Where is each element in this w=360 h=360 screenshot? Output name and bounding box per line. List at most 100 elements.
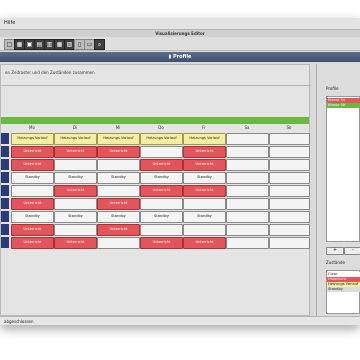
timetable-cell[interactable] <box>183 224 226 236</box>
timetable-cell[interactable]: Unterricht <box>11 146 54 158</box>
timetable-cell[interactable]: Unterricht <box>54 237 97 249</box>
timetable-cell[interactable]: Unterricht <box>97 198 140 210</box>
timetable-header-bar <box>1 117 309 124</box>
timetable-cell[interactable]: Heizungs Vorlauf <box>97 133 140 145</box>
timetable-cell[interactable]: Unterricht <box>183 185 226 197</box>
header-title: Profile <box>173 54 192 60</box>
timetable-cell[interactable] <box>269 133 310 145</box>
status-bar: abgeschlossen <box>0 316 360 325</box>
remove-profile-button[interactable]: - <box>344 247 360 255</box>
profile-sidebar: Profile Klasse 5a Klasse 5b + - Zustände… <box>316 64 360 316</box>
timetable-cell[interactable] <box>140 198 183 210</box>
timetable-cell[interactable] <box>269 185 310 197</box>
timetable-cell[interactable]: Standby <box>140 172 183 184</box>
day-header-mi: Mi <box>115 125 121 130</box>
row-marker <box>1 185 9 196</box>
timetable-cell[interactable]: Heizungs Vorlauf <box>11 133 54 145</box>
window-title: Visualisierungs Editor <box>0 30 360 37</box>
timetable-cell[interactable]: Unterricht <box>140 237 183 249</box>
timetable-cell[interactable] <box>226 133 269 145</box>
timetable-cell[interactable] <box>226 159 269 171</box>
row-marker <box>1 211 9 222</box>
description-text: en Zeitraster und den Zuständen zusammen <box>5 70 95 75</box>
timetable-cell[interactable] <box>54 224 97 236</box>
zoom-icon[interactable]: ⌕ <box>94 39 105 50</box>
day-header-so: So <box>286 125 292 130</box>
timetable-cell[interactable] <box>11 185 54 197</box>
timetable-cell[interactable] <box>269 172 310 184</box>
timetable-cell[interactable] <box>97 237 140 249</box>
timetable-cell[interactable] <box>226 224 269 236</box>
row-marker <box>1 146 9 157</box>
timetable-cell[interactable]: Standby <box>183 172 226 184</box>
timetable-cell[interactable]: Unterricht <box>140 185 183 197</box>
timetable-panel: en Zeitraster und den Zuständen zusammen… <box>0 64 311 316</box>
timetable-cell[interactable] <box>269 237 310 249</box>
day-header-do: Do <box>158 125 164 130</box>
section-header: ▮ Profile <box>0 52 360 62</box>
timetable-cell[interactable]: Unterricht <box>54 185 97 197</box>
timetable-cell[interactable]: Unterricht <box>183 237 226 249</box>
timetable-cell[interactable]: Unterricht <box>183 159 226 171</box>
timetable-cell[interactable]: Unterricht <box>11 159 54 171</box>
timetable-cell[interactable]: Unterricht <box>54 146 97 158</box>
menu-help[interactable]: Hilfe <box>4 20 15 26</box>
row-marker <box>1 159 9 170</box>
state-item[interactable]: Standby <box>327 287 360 292</box>
timetable-cell[interactable]: Standby <box>54 172 97 184</box>
timetable-cell[interactable]: Standby <box>97 172 140 184</box>
row-marker <box>1 224 9 235</box>
toolbar: □ ▦ ▣ ▤ ▥ ▦ ▧ ▯ ▭ ⌕ <box>0 37 360 51</box>
timetable-cell[interactable]: Unterricht <box>97 146 140 158</box>
profile-item[interactable]: Klasse 5b <box>327 103 360 108</box>
timetable-cell[interactable]: Unterricht <box>11 224 54 236</box>
timetable-cell[interactable]: Standby <box>183 211 226 223</box>
timetable-cell[interactable]: Unterricht <box>11 198 54 210</box>
day-header-sa: Sa <box>244 125 250 130</box>
timetable-cell[interactable] <box>269 211 310 223</box>
divider <box>1 85 311 86</box>
timetable-cell[interactable] <box>269 224 310 236</box>
row-marker <box>1 198 9 209</box>
timetable-cell[interactable]: Standby <box>11 172 54 184</box>
states-label: Zustände <box>326 260 345 265</box>
timetable-cell[interactable]: Standby <box>54 211 97 223</box>
timetable-cell[interactable] <box>54 159 97 171</box>
day-header-mo: Mo <box>29 125 35 130</box>
timetable-cell[interactable] <box>140 146 183 158</box>
timetable-cell[interactable]: Standby <box>11 211 54 223</box>
application-window: Hilfe Visualisierungs Editor □ ▦ ▣ ▤ ▥ ▦… <box>0 18 360 325</box>
timetable-cell[interactable] <box>226 211 269 223</box>
profile-list[interactable]: Klasse 5a Klasse 5b <box>326 96 360 242</box>
timetable-cell[interactable] <box>269 159 310 171</box>
timetable-cell[interactable]: Heizungs Vorlauf <box>140 133 183 145</box>
timetable-cell[interactable]: Heizungs Vorlauf <box>183 133 226 145</box>
day-header-fr: Fr <box>202 125 206 130</box>
timetable-cell[interactable] <box>183 198 226 210</box>
row-marker <box>1 237 9 248</box>
row-marker <box>1 133 9 144</box>
timetable-cell[interactable] <box>97 185 140 197</box>
timetable-cell[interactable] <box>54 198 97 210</box>
timetable-cell[interactable]: Heizungs Vorlauf <box>54 133 97 145</box>
menu-bar: Hilfe <box>0 18 360 30</box>
timetable-cell[interactable] <box>226 237 269 249</box>
timetable-cell[interactable] <box>226 172 269 184</box>
timetable-cell[interactable]: Unterricht <box>11 237 54 249</box>
timetable-cell[interactable]: Unterricht <box>140 159 183 171</box>
timetable-cell[interactable] <box>226 198 269 210</box>
timetable-cell[interactable] <box>226 185 269 197</box>
timetable-cell[interactable] <box>269 146 310 158</box>
row-marker <box>1 172 9 183</box>
timetable-cell[interactable] <box>226 146 269 158</box>
timetable-cell[interactable]: Standby <box>140 211 183 223</box>
profiles-label: Profile <box>326 86 339 91</box>
timetable-cell[interactable]: Unterricht <box>97 224 140 236</box>
timetable-cell[interactable] <box>97 159 140 171</box>
state-list[interactable]: Clear Unterricht Heizungs Vorlauf Standb… <box>326 270 360 314</box>
timetable-cell[interactable] <box>269 198 310 210</box>
timetable-cell[interactable]: Standby <box>97 211 140 223</box>
timetable-cell[interactable]: Unterricht <box>183 146 226 158</box>
add-profile-button[interactable]: + <box>326 247 344 255</box>
timetable-cell[interactable] <box>140 224 183 236</box>
